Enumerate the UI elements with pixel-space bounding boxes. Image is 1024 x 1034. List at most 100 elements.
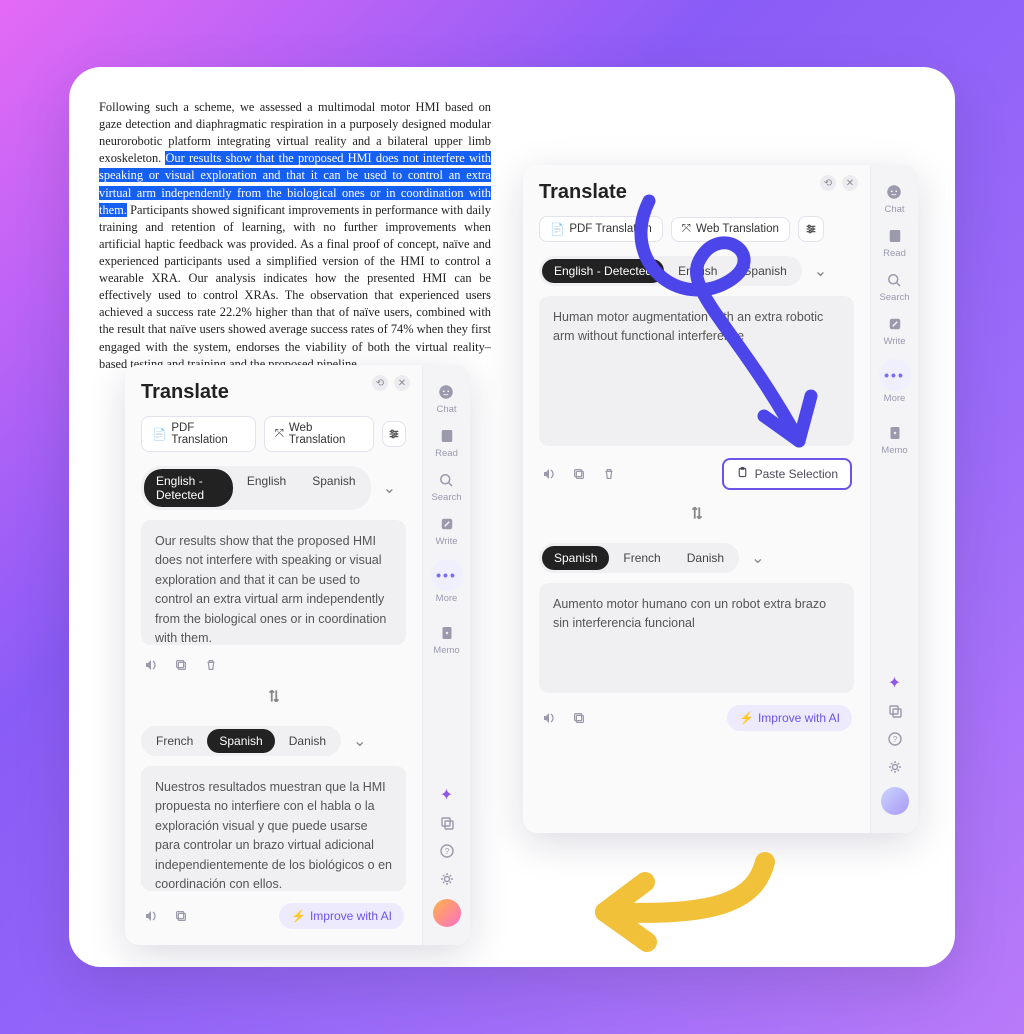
improve-with-ai-button[interactable]: ⚡ Improve with AI [727,705,852,731]
pdf-translation-button[interactable]: 📄 PDF Translation [539,216,663,242]
user-avatar[interactable] [433,899,461,927]
close-icon[interactable]: ✕ [842,175,858,191]
chevron-down-icon[interactable]: ⌄ [373,478,406,498]
mode-label: Web Translation [696,223,779,235]
sidebar-read[interactable]: Read [435,421,458,465]
dual-window-icon[interactable] [439,815,455,831]
annotation-arrow-yellow [535,847,795,957]
sidebar-search[interactable]: Search [431,465,461,509]
globe-icon: ⤧ [275,428,284,441]
sidebar-memo[interactable]: Memo [433,618,459,662]
help-icon[interactable]: ? [887,731,903,747]
panel-title: Translate [539,181,854,204]
copy-icon[interactable] [571,710,587,726]
lang-spanish[interactable]: Spanish [207,729,274,753]
refresh-icon[interactable]: ⟲ [372,375,388,391]
gear-icon[interactable] [887,759,903,775]
gear-icon[interactable] [439,871,455,887]
help-icon[interactable]: ? [439,843,455,859]
sidebar-write[interactable]: Write [436,509,458,553]
speaker-icon[interactable] [541,710,557,726]
lightning-icon: ⚡ [739,711,754,725]
sidebar-chat[interactable]: Chat [884,177,904,221]
sidebar-label: More [436,593,458,604]
mode-label: PDF Translation [569,223,651,235]
dual-window-icon[interactable] [887,703,903,719]
sidebar-label: Search [431,492,461,503]
sidebar-chat[interactable]: Chat [436,377,456,421]
settings-icon[interactable] [798,216,824,242]
sidebar-label: Write [436,536,458,547]
speaker-icon[interactable] [143,657,159,673]
copy-icon[interactable] [173,657,189,673]
web-translation-button[interactable]: ⤧ Web Translation [671,217,790,242]
web-translation-button[interactable]: ⤧ Web Translation [264,416,374,452]
lang-english[interactable]: English [666,259,729,283]
lang-danish[interactable]: Danish [675,546,736,570]
gift-icon[interactable]: ✦ [439,787,455,803]
lang-spanish[interactable]: Spanish [731,259,798,283]
user-avatar[interactable] [881,787,909,815]
copy-icon[interactable] [173,908,189,924]
sidebar-more[interactable]: ••• [431,559,463,591]
globe-icon: ⤧ [682,223,691,236]
lang-french[interactable]: French [611,546,672,570]
paste-selection-button[interactable]: Paste Selection [722,458,852,490]
target-text[interactable]: Aumento motor humano con un robot extra … [539,583,854,693]
target-language-tabs: French Spanish Danish [141,726,341,756]
sidebar: Chat Read Search Write ••• More Memo ✦ ? [870,165,918,833]
chevron-down-icon[interactable]: ⌄ [343,731,376,751]
lang-danish[interactable]: Danish [277,729,338,753]
sidebar-label: Read [883,248,906,259]
pdf-translation-button[interactable]: 📄 PDF Translation [141,416,256,452]
lightning-icon: ⚡ [291,909,306,923]
trash-icon[interactable] [601,466,617,482]
lang-english[interactable]: English [235,469,298,507]
paragraph-post: Participants showed significant improvem… [99,203,491,371]
sidebar-label: Chat [884,204,904,215]
lang-spanish[interactable]: Spanish [300,469,367,507]
lang-english-detected[interactable]: English - Detected [144,469,233,507]
panel-title: Translate [141,381,406,404]
button-label: Improve with AI [758,711,840,725]
sidebar-label: Write [884,336,906,347]
sidebar-label: Read [435,448,458,459]
improve-with-ai-button[interactable]: ⚡ Improve with AI [279,903,404,929]
source-paragraph: Following such a scheme, we assessed a m… [99,99,491,373]
source-text[interactable]: Human motor augmentation with an extra r… [539,296,854,446]
swap-languages-icon[interactable] [263,685,285,712]
sidebar-search[interactable]: Search [879,265,909,309]
sidebar-write[interactable]: Write [884,309,906,353]
settings-icon[interactable] [382,421,406,447]
refresh-icon[interactable]: ⟲ [820,175,836,191]
lang-spanish[interactable]: Spanish [542,546,609,570]
translate-panel-left: ⟲ ✕ Translate 📄 PDF Translation ⤧ Web Tr… [125,365,470,945]
target-text[interactable]: Nuestros resultados muestran que la HMI … [141,766,406,891]
chevron-down-icon[interactable]: ⌄ [804,261,837,281]
lang-english-detected[interactable]: English - Detected [542,259,664,283]
document-icon: 📄 [550,222,564,236]
button-label: Improve with AI [310,909,392,923]
swap-languages-icon[interactable] [686,502,708,529]
sidebar-label: More [884,393,906,404]
copy-icon[interactable] [571,466,587,482]
gift-icon[interactable]: ✦ [887,675,903,691]
sidebar: Chat Read Search Write ••• More Memo ✦ ? [422,365,470,945]
speaker-icon[interactable] [143,908,159,924]
close-icon[interactable]: ✕ [394,375,410,391]
sidebar-label: Search [879,292,909,303]
svg-text:?: ? [892,735,897,744]
source-language-tabs: English - Detected English Spanish [539,256,802,286]
button-label: Paste Selection [755,467,838,481]
sidebar-more[interactable]: ••• [879,359,911,391]
source-text[interactable]: Our results show that the proposed HMI d… [141,520,406,645]
sidebar-label: Chat [436,404,456,415]
chevron-down-icon[interactable]: ⌄ [741,548,774,568]
sidebar-memo[interactable]: Memo [881,418,907,462]
speaker-icon[interactable] [541,466,557,482]
sidebar-label: Memo [881,445,907,456]
lang-french[interactable]: French [144,729,205,753]
sidebar-read[interactable]: Read [883,221,906,265]
trash-icon[interactable] [203,657,219,673]
translate-panel-right: ⟲ ✕ Translate 📄 PDF Translation ⤧ Web Tr… [523,165,918,833]
